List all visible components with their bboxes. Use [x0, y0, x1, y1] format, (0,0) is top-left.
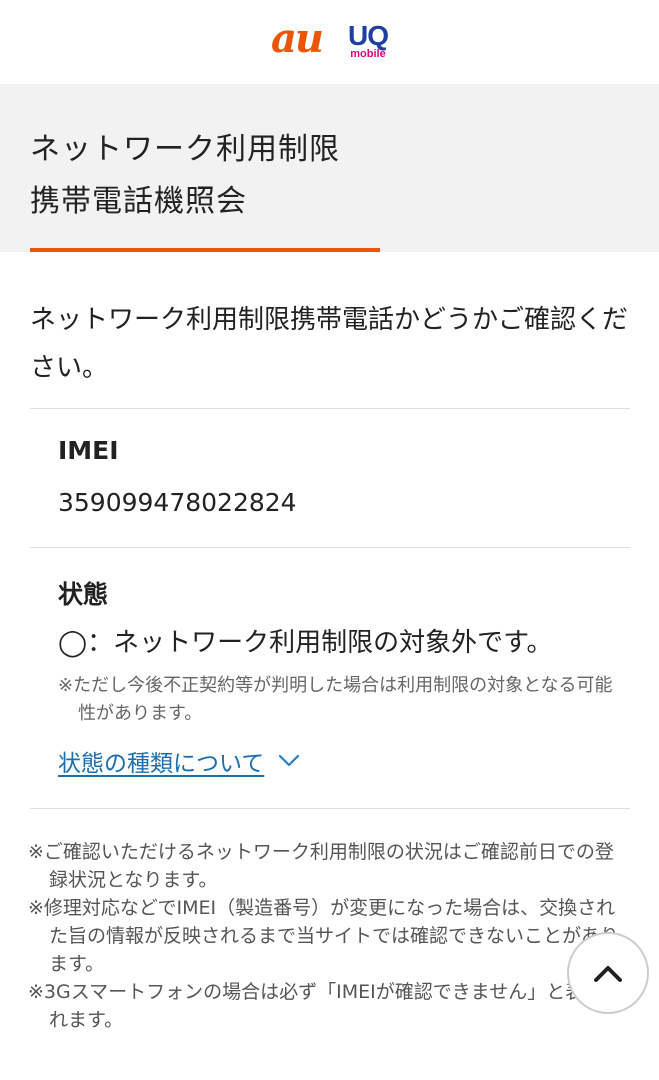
au-logo[interactable]: au [271, 19, 324, 59]
status-types-link[interactable]: 状態の種類について [58, 744, 300, 778]
scroll-to-top-button[interactable] [567, 932, 649, 1014]
divider [30, 808, 630, 809]
divider [30, 547, 630, 548]
page-title: ネットワーク利用制限 携帯電話機照会 [30, 124, 340, 228]
chevron-down-icon [278, 754, 300, 768]
title-band: ネットワーク利用制限 携帯電話機照会 [0, 84, 659, 252]
note-item: ※ご確認いただけるネットワーク利用制限の状況はご確認前日での登録状況となります。 [28, 841, 614, 891]
status-note: ※ただし今後不正契約等が判明した場合は利用制限の対象となる可能性があります。 [58, 675, 613, 724]
title-underline [30, 248, 380, 252]
uq-logo-sub: mobile [350, 48, 386, 60]
site-header: au UQ mobile [0, 0, 659, 84]
note-item: ※修理対応などでIMEI（製造番号）が変更になった場合は、交換された旨の情報が反… [28, 897, 620, 975]
divider [30, 408, 630, 409]
status-result: ◯：ネットワーク利用制限の対象外です。 [58, 628, 553, 658]
chevron-up-icon [593, 963, 623, 983]
status-types-link-label: 状態の種類について [58, 751, 265, 777]
imei-value: 359099478022824 [58, 488, 297, 517]
uq-logo-text: UQ [348, 20, 389, 51]
page-title-line1: ネットワーク利用制限 [30, 132, 340, 167]
note-item: ※3Gスマートフォンの場合は必ず「IMEIが確認できません」と表記されます。 [28, 981, 623, 1031]
imei-label: IMEI [58, 436, 119, 465]
notes-list: ※ご確認いただけるネットワーク利用制限の状況はご確認前日での登録状況となります。… [28, 838, 624, 1034]
uq-mobile-logo[interactable]: UQ mobile [348, 20, 389, 60]
page-title-line2: 携帯電話機照会 [30, 184, 247, 219]
intro-text: ネットワーク利用制限携帯電話かどうかご確認ください。 [30, 305, 629, 383]
status-label: 状態 [58, 580, 109, 609]
